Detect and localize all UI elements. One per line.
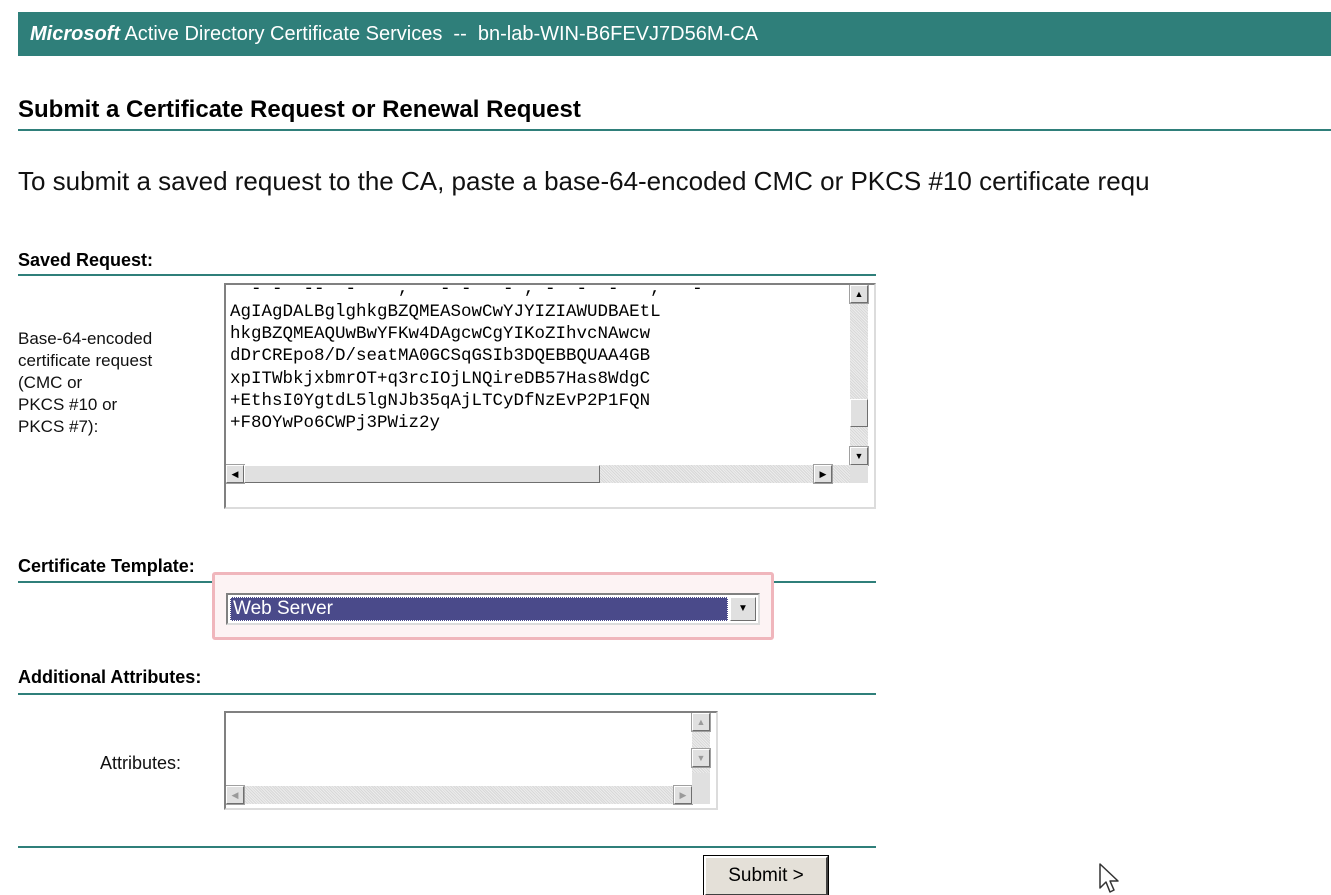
attributes-horizontal-scrollbar[interactable] — [226, 786, 692, 804]
attributes-textarea[interactable]: ▲ ▼ ◀ ▶ — [224, 711, 718, 810]
scrollbar-corner — [850, 465, 868, 483]
saved-request-divider — [18, 274, 876, 276]
scroll-down-arrow-icon[interactable]: ▼ — [849, 446, 869, 466]
additional-attributes-heading: Additional Attributes: — [18, 667, 202, 687]
textarea-line: +EthsI0YgtdL5lgNJb35qAjLTCyDfNzEvP2P1FQN — [230, 391, 651, 411]
vertical-scrollbar[interactable] — [850, 285, 868, 465]
saved-request-textarea[interactable]: - - -- - , - - - , - - - , - AgIAgDALBgl… — [224, 283, 876, 509]
submit-button[interactable]: Submit > — [703, 855, 829, 895]
scroll-left-arrow-icon[interactable]: ◀ — [226, 785, 245, 805]
scroll-right-arrow-icon[interactable]: ▶ — [813, 464, 833, 484]
saved-request-heading: Saved Request: — [18, 250, 154, 270]
vertical-scroll-thumb[interactable] — [850, 399, 868, 427]
page-title: Submit a Certificate Request or Renewal … — [18, 96, 581, 123]
field-label-line: (CMC or — [18, 373, 83, 392]
scroll-up-arrow-icon[interactable]: ▲ — [849, 285, 869, 304]
form-footer-divider — [18, 846, 876, 848]
selected-template[interactable]: Web Server — [230, 597, 728, 621]
scroll-up-arrow-icon[interactable]: ▲ — [691, 713, 711, 732]
chevron-down-icon[interactable]: ▼ — [730, 597, 756, 621]
saved-request-field-label: Base-64-encoded certificate request (CMC… — [18, 328, 152, 438]
attributes-label: Attributes: — [100, 753, 182, 773]
textarea-line: dDrCREpo8/D/seatMA0GCSqGSIb3DQEBBQUAA4GB — [230, 346, 651, 366]
horizontal-scroll-thumb[interactable] — [244, 465, 600, 483]
textarea-line: xpITWbkjxbmrOT+q3rcIOjLNQireDB57Has8WdgC — [230, 369, 651, 389]
textarea-line: AgIAgDALBglghkgBZQMEASowCwYJYIZIAWUDBAEt… — [230, 302, 661, 322]
header-title: Active Directory Certificate Services --… — [120, 23, 758, 45]
field-label-line: PKCS #7): — [18, 417, 99, 436]
textarea-clipped-line: - - -- - , - - - , - - - , - — [230, 283, 703, 299]
field-label-line: PKCS #10 or — [18, 395, 118, 414]
certificate-template-select[interactable]: Web Server ▼ — [226, 593, 760, 625]
scroll-right-arrow-icon[interactable]: ▶ — [673, 785, 693, 805]
mouse-pointer-icon — [1098, 862, 1122, 895]
brand-name: Microsoft — [30, 23, 120, 45]
textarea-line: +F8OYwPo6CWPj3PWiz2y — [230, 413, 441, 433]
textarea-line: hkgBZQMEAQUwBwYFKw4DAgcwCgYIKoZIhvcNAwcw — [230, 324, 651, 344]
additional-attributes-divider — [18, 693, 876, 695]
title-divider — [18, 129, 1331, 131]
scroll-left-arrow-icon[interactable]: ◀ — [226, 464, 245, 484]
intro-text: To submit a saved request to the CA, pas… — [18, 166, 1150, 196]
field-label-line: certificate request — [18, 351, 153, 370]
certificate-template-heading: Certificate Template: — [18, 556, 195, 576]
scroll-down-arrow-icon[interactable]: ▼ — [691, 748, 711, 768]
scrollbar-corner — [692, 773, 710, 804]
field-label-line: Base-64-encoded — [18, 329, 153, 348]
header-bar: Microsoft Active Directory Certificate S… — [18, 12, 1331, 56]
